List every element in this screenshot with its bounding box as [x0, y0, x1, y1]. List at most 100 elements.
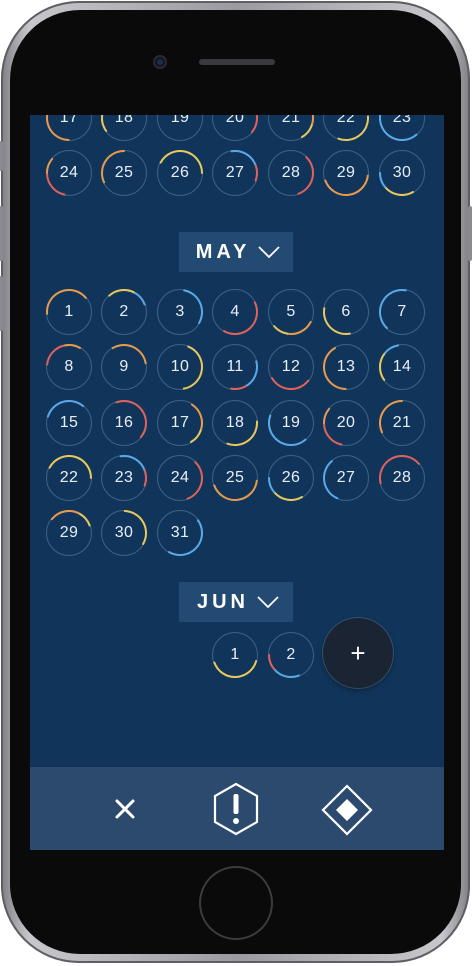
calendar-day[interactable]: 24 [157, 455, 203, 501]
day-number: 1 [64, 303, 74, 320]
day-number: 9 [119, 358, 129, 375]
calendar-day[interactable]: 26 [268, 455, 314, 501]
calendar-day[interactable]: 7 [379, 289, 425, 335]
calendar-day[interactable]: 19 [268, 400, 314, 446]
day-number: 17 [170, 414, 190, 431]
calendar-day[interactable]: 22 [46, 455, 92, 501]
calendar-day[interactable]: 21 [268, 115, 314, 141]
calendar-day[interactable]: 18 [101, 115, 147, 141]
calendar-day[interactable]: 23 [379, 115, 425, 141]
month-label: MAY [195, 240, 251, 263]
calendar-day[interactable]: 25 [212, 455, 258, 501]
chevron-down-icon [258, 246, 280, 258]
day-number: 2 [119, 303, 129, 320]
volume-up-button [0, 206, 3, 261]
calendar-day[interactable]: 23 [101, 455, 147, 501]
calendar-day[interactable]: 29 [323, 150, 369, 196]
calendar-day[interactable]: 29 [46, 510, 92, 556]
calendar-day[interactable]: 12 [268, 344, 314, 390]
calendar-day[interactable]: 27 [323, 455, 369, 501]
day-number: 13 [336, 358, 356, 375]
day-number: 30 [392, 164, 412, 181]
day-number: 1 [230, 646, 240, 663]
day-number: 26 [281, 469, 301, 486]
day-number: 27 [225, 164, 245, 181]
calendar-day[interactable]: 14 [379, 344, 425, 390]
add-entry-button[interactable]: + [323, 618, 393, 688]
calendar-day[interactable]: 20 [323, 400, 369, 446]
calendar-day[interactable]: 26 [157, 150, 203, 196]
diamond-icon [321, 784, 373, 836]
earpiece-speaker [199, 59, 275, 65]
day-number: 7 [397, 303, 407, 320]
day-number: 2 [286, 646, 296, 663]
calendar-day[interactable]: 28 [268, 150, 314, 196]
alert-hexagon-icon [213, 782, 259, 836]
home-button[interactable] [201, 868, 271, 938]
calendar-day[interactable]: 3 [157, 289, 203, 335]
calendar-day[interactable]: 1 [46, 289, 92, 335]
month-label: JUN [196, 590, 249, 613]
calendar-day[interactable]: 27 [212, 150, 258, 196]
calendar-day[interactable]: 22 [323, 115, 369, 141]
front-camera [153, 55, 167, 69]
calendar-day[interactable]: 30 [101, 510, 147, 556]
day-number: 12 [281, 358, 301, 375]
calendar-day[interactable]: 5 [268, 289, 314, 335]
calendar-day[interactable]: 17 [46, 115, 92, 141]
calendar-day[interactable]: 28 [379, 455, 425, 501]
day-number: 30 [114, 524, 134, 541]
day-number: 17 [59, 115, 79, 126]
calendar-day[interactable]: 24 [46, 150, 92, 196]
month-selector-may[interactable]: MAY [179, 232, 293, 272]
calendar-day[interactable]: 6 [323, 289, 369, 335]
calendar-day[interactable]: 15 [46, 400, 92, 446]
day-number: 3 [175, 303, 185, 320]
calendar-day[interactable]: 13 [323, 344, 369, 390]
alert-button[interactable] [210, 781, 262, 837]
calendar-day[interactable]: 18 [212, 400, 258, 446]
calendar-day[interactable]: 2 [101, 289, 147, 335]
calendar-day[interactable]: 16 [101, 400, 147, 446]
close-button[interactable] [105, 789, 145, 829]
calendar-day[interactable]: 11 [212, 344, 258, 390]
day-number: 23 [114, 469, 134, 486]
day-number: 11 [226, 358, 244, 375]
calendar-day[interactable]: 1 [212, 632, 258, 678]
day-number: 21 [392, 414, 412, 431]
calendar-day[interactable]: 9 [101, 344, 147, 390]
day-number: 10 [170, 358, 190, 375]
day-number: 5 [286, 303, 296, 320]
calendar-day[interactable]: 30 [379, 150, 425, 196]
calendar-day[interactable]: 2 [268, 632, 314, 678]
day-number: 31 [170, 524, 190, 541]
silent-switch [0, 141, 3, 171]
calendar-day[interactable]: 20 [212, 115, 258, 141]
calendar-day[interactable]: 19 [157, 115, 203, 141]
calendar-day[interactable]: 10 [157, 344, 203, 390]
calendar-day[interactable]: 31 [157, 510, 203, 556]
day-number: 6 [341, 303, 351, 320]
calendar-day[interactable]: 4 [212, 289, 258, 335]
close-icon [115, 799, 135, 819]
diamond-button[interactable] [320, 783, 374, 837]
day-number: 21 [281, 115, 301, 126]
day-number: 29 [336, 164, 356, 181]
calendar-day[interactable]: 21 [379, 400, 425, 446]
day-number: 27 [336, 469, 356, 486]
calendar-day[interactable]: 25 [101, 150, 147, 196]
day-number: 25 [225, 469, 245, 486]
chevron-down-icon [257, 596, 279, 608]
day-number: 28 [392, 469, 412, 486]
calendar-day[interactable]: 8 [46, 344, 92, 390]
day-number: 20 [336, 414, 356, 431]
day-number: 22 [59, 469, 79, 486]
day-number: 28 [281, 164, 301, 181]
month-selector-jun[interactable]: JUN [179, 582, 293, 622]
calendar-day[interactable]: 17 [157, 400, 203, 446]
day-number: 26 [170, 164, 190, 181]
day-number: 24 [59, 164, 79, 181]
day-number: 15 [59, 414, 79, 431]
day-number: 29 [59, 524, 79, 541]
plus-icon: + [350, 637, 366, 668]
